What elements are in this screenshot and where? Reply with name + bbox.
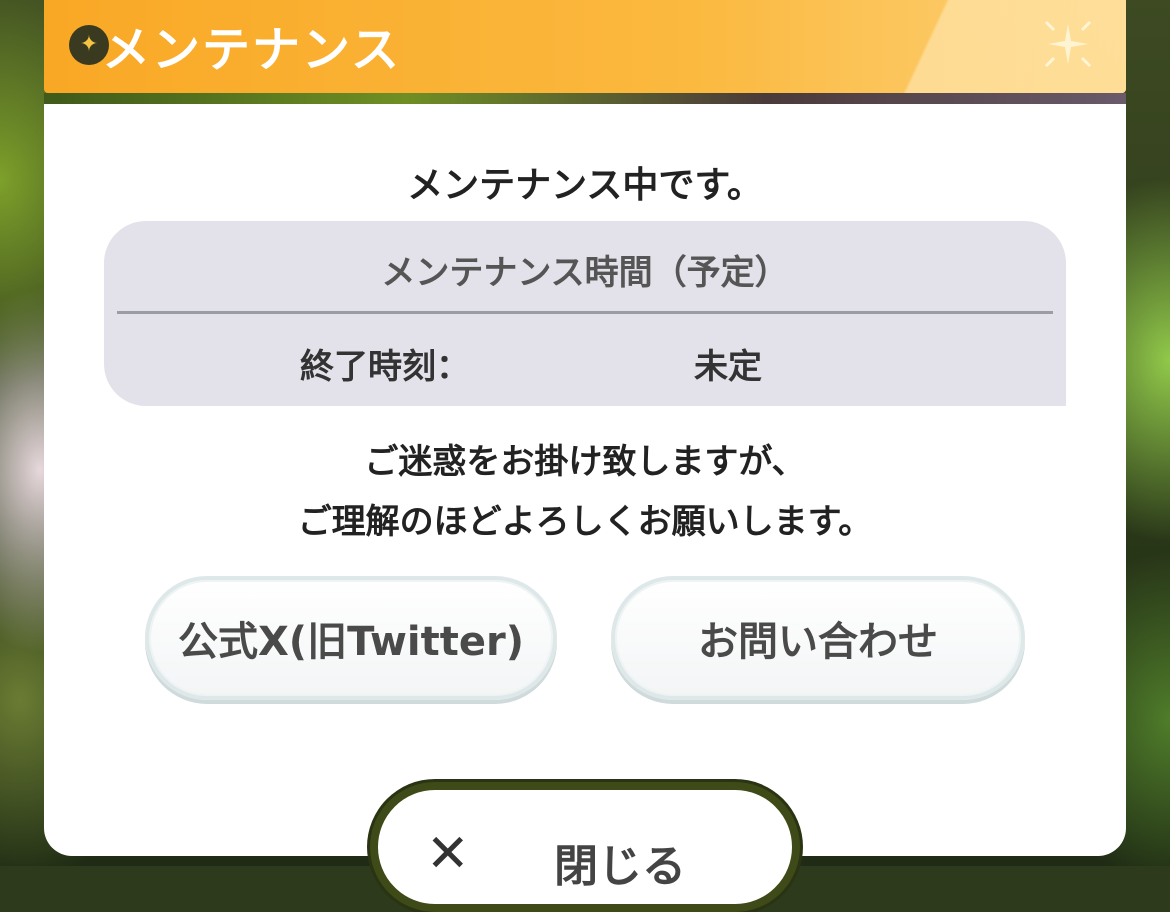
message-line-2: ご理解のほどよろしくお願いします。	[297, 502, 873, 542]
end-time-label: 終了時刻：	[300, 347, 470, 387]
dialog-title: メンテナンス	[102, 22, 402, 78]
official-x-button[interactable]: 公式X(旧Twitter)	[145, 576, 557, 700]
schedule-divider	[117, 311, 1053, 314]
maintenance-heading: メンテナンス中です。	[407, 165, 763, 206]
sparkle-icon	[1044, 20, 1092, 68]
dialog-title-bar: ✦ メンテナンス	[44, 0, 1126, 93]
schedule-box: メンテナンス時間（予定） 終了時刻： 未定	[104, 221, 1066, 406]
close-button-label: 閉じる	[554, 841, 686, 892]
end-time-value: 未定	[694, 347, 762, 387]
close-button[interactable]: ✕ 閉じる	[370, 782, 800, 912]
schedule-title: メンテナンス時間（予定）	[381, 253, 789, 293]
maintenance-dialog: メンテナンス中です。 メンテナンス時間（予定） 終了時刻： 未定 ご迷惑をお掛け…	[44, 104, 1126, 856]
inquiry-button[interactable]: お問い合わせ	[611, 576, 1025, 700]
apology-message: ご迷惑をお掛け致しますが、 ご理解のほどよろしくお願いします。	[44, 432, 1126, 552]
message-line-1: ご迷惑をお掛け致しますが、	[364, 442, 806, 482]
close-icon: ✕	[426, 824, 470, 884]
